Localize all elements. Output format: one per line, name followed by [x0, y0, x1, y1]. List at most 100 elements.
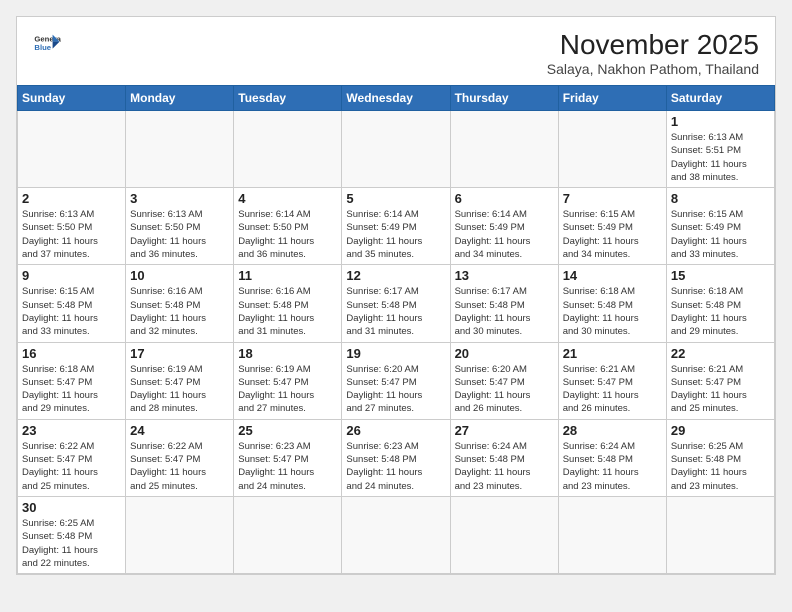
day-info: Sunrise: 6:17 AM Sunset: 5:48 PM Dayligh…	[346, 285, 445, 338]
calendar-cell: 16Sunrise: 6:18 AM Sunset: 5:47 PM Dayli…	[18, 342, 126, 419]
day-info: Sunrise: 6:16 AM Sunset: 5:48 PM Dayligh…	[130, 285, 229, 338]
calendar-cell	[666, 496, 774, 573]
calendar-cell	[234, 111, 342, 188]
days-header-row: SundayMondayTuesdayWednesdayThursdayFrid…	[18, 86, 775, 111]
day-info: Sunrise: 6:15 AM Sunset: 5:48 PM Dayligh…	[22, 285, 121, 338]
calendar-cell: 26 Sunrise: 6:23 AM Sunset: 5:48 PM Dayli…	[342, 419, 450, 496]
day-info: Sunrise: 6:25 AM Sunset: 5:48 PM Dayligh…	[671, 440, 770, 493]
day-info: Sunrise: 6:16 AM Sunset: 5:48 PM Dayligh…	[238, 285, 337, 338]
day-number: 5	[346, 191, 445, 206]
month-title: November 2025	[547, 29, 759, 61]
day-number: 19	[346, 346, 445, 361]
calendar-cell: 27 Sunrise: 6:24 AM Sunset: 5:48 PM Dayli…	[450, 419, 558, 496]
day-number: 14	[563, 268, 662, 283]
day-info: Sunrise: 6:24 AM Sunset: 5:48 PM Dayligh…	[455, 440, 554, 493]
day-info: Sunrise: 6:17 AM Sunset: 5:48 PM Dayligh…	[455, 285, 554, 338]
week-row-3: 9 Sunrise: 6:15 AM Sunset: 5:48 PM Daylig…	[18, 265, 775, 342]
calendar-table: SundayMondayTuesdayWednesdayThursdayFrid…	[17, 85, 775, 574]
day-info: Sunrise: 6:13 AM Sunset: 5:51 PM Dayligh…	[671, 131, 770, 184]
calendar-cell	[234, 496, 342, 573]
day-number: 18	[238, 346, 337, 361]
day-info: Sunrise: 6:14 AM Sunset: 5:49 PM Dayligh…	[346, 208, 445, 261]
day-header-saturday: Saturday	[666, 86, 774, 111]
day-info: Sunrise: 6:23 AM Sunset: 5:48 PM Dayligh…	[346, 440, 445, 493]
day-info: Sunrise: 6:22 AM Sunset: 5:47 PM Dayligh…	[22, 440, 121, 493]
day-number: 25	[238, 423, 337, 438]
calendar-cell: 13Sunrise: 6:17 AM Sunset: 5:48 PM Dayli…	[450, 265, 558, 342]
calendar-cell: 24 Sunrise: 6:22 AM Sunset: 5:47 PM Dayli…	[126, 419, 234, 496]
day-number: 26	[346, 423, 445, 438]
calendar-cell: 29 Sunrise: 6:25 AM Sunset: 5:48 PM Dayli…	[666, 419, 774, 496]
subtitle: Salaya, Nakhon Pathom, Thailand	[547, 61, 759, 77]
day-info: Sunrise: 6:20 AM Sunset: 5:47 PM Dayligh…	[346, 363, 445, 416]
day-number: 8	[671, 191, 770, 206]
calendar-cell: 30Sunrise: 6:25 AM Sunset: 5:48 PM Dayli…	[18, 496, 126, 573]
calendar-cell	[450, 111, 558, 188]
calendar-cell	[450, 496, 558, 573]
calendar-cell: 12 Sunrise: 6:17 AM Sunset: 5:48 PM Dayli…	[342, 265, 450, 342]
day-number: 4	[238, 191, 337, 206]
day-header-thursday: Thursday	[450, 86, 558, 111]
calendar-cell: 11 Sunrise: 6:16 AM Sunset: 5:48 PM Dayli…	[234, 265, 342, 342]
week-row-5: 23 Sunrise: 6:22 AM Sunset: 5:47 PM Dayli…	[18, 419, 775, 496]
day-info: Sunrise: 6:21 AM Sunset: 5:47 PM Dayligh…	[563, 363, 662, 416]
calendar-cell	[342, 496, 450, 573]
calendar-cell: 1 Sunrise: 6:13 AM Sunset: 5:51 PM Daylig…	[666, 111, 774, 188]
calendar-cell: 8 Sunrise: 6:15 AM Sunset: 5:49 PM Daylig…	[666, 188, 774, 265]
day-number: 21	[563, 346, 662, 361]
calendar-cell: 14Sunrise: 6:18 AM Sunset: 5:48 PM Dayli…	[558, 265, 666, 342]
day-number: 22	[671, 346, 770, 361]
calendar-cell	[558, 111, 666, 188]
week-row-6: 30Sunrise: 6:25 AM Sunset: 5:48 PM Dayli…	[18, 496, 775, 573]
day-number: 23	[22, 423, 121, 438]
day-number: 28	[563, 423, 662, 438]
day-number: 12	[346, 268, 445, 283]
calendar-cell: 6 Sunrise: 6:14 AM Sunset: 5:49 PM Daylig…	[450, 188, 558, 265]
day-header-wednesday: Wednesday	[342, 86, 450, 111]
day-info: Sunrise: 6:24 AM Sunset: 5:48 PM Dayligh…	[563, 440, 662, 493]
day-info: Sunrise: 6:23 AM Sunset: 5:47 PM Dayligh…	[238, 440, 337, 493]
day-info: Sunrise: 6:19 AM Sunset: 5:47 PM Dayligh…	[130, 363, 229, 416]
calendar-cell: 25 Sunrise: 6:23 AM Sunset: 5:47 PM Dayli…	[234, 419, 342, 496]
day-number: 10	[130, 268, 229, 283]
logo-icon: General Blue	[33, 29, 61, 57]
day-info: Sunrise: 6:22 AM Sunset: 5:47 PM Dayligh…	[130, 440, 229, 493]
day-number: 11	[238, 268, 337, 283]
week-row-1: 1 Sunrise: 6:13 AM Sunset: 5:51 PM Daylig…	[18, 111, 775, 188]
day-info: Sunrise: 6:13 AM Sunset: 5:50 PM Dayligh…	[22, 208, 121, 261]
day-header-monday: Monday	[126, 86, 234, 111]
calendar-cell: 22 Sunrise: 6:21 AM Sunset: 5:47 PM Dayli…	[666, 342, 774, 419]
day-number: 17	[130, 346, 229, 361]
day-info: Sunrise: 6:15 AM Sunset: 5:49 PM Dayligh…	[563, 208, 662, 261]
calendar-cell	[18, 111, 126, 188]
day-number: 24	[130, 423, 229, 438]
calendar-cell: 3 Sunrise: 6:13 AM Sunset: 5:50 PM Daylig…	[126, 188, 234, 265]
day-info: Sunrise: 6:14 AM Sunset: 5:49 PM Dayligh…	[455, 208, 554, 261]
svg-text:Blue: Blue	[34, 43, 51, 52]
calendar-cell: 17 Sunrise: 6:19 AM Sunset: 5:47 PM Dayli…	[126, 342, 234, 419]
calendar-container: General Blue November 2025 Salaya, Nakho…	[16, 16, 776, 575]
day-number: 29	[671, 423, 770, 438]
day-info: Sunrise: 6:25 AM Sunset: 5:48 PM Dayligh…	[22, 517, 121, 570]
day-header-sunday: Sunday	[18, 86, 126, 111]
day-info: Sunrise: 6:14 AM Sunset: 5:50 PM Dayligh…	[238, 208, 337, 261]
day-number: 15	[671, 268, 770, 283]
calendar-cell: 4 Sunrise: 6:14 AM Sunset: 5:50 PM Daylig…	[234, 188, 342, 265]
calendar-cell	[126, 496, 234, 573]
day-info: Sunrise: 6:21 AM Sunset: 5:47 PM Dayligh…	[671, 363, 770, 416]
day-info: Sunrise: 6:18 AM Sunset: 5:48 PM Dayligh…	[671, 285, 770, 338]
day-number: 3	[130, 191, 229, 206]
calendar-cell: 18Sunrise: 6:19 AM Sunset: 5:47 PM Dayli…	[234, 342, 342, 419]
calendar-cell: 5 Sunrise: 6:14 AM Sunset: 5:49 PM Daylig…	[342, 188, 450, 265]
day-number: 1	[671, 114, 770, 129]
calendar-cell	[342, 111, 450, 188]
calendar-cell: 10 Sunrise: 6:16 AM Sunset: 5:48 PM Dayli…	[126, 265, 234, 342]
calendar-cell: 23 Sunrise: 6:22 AM Sunset: 5:47 PM Dayli…	[18, 419, 126, 496]
day-number: 27	[455, 423, 554, 438]
day-info: Sunrise: 6:15 AM Sunset: 5:49 PM Dayligh…	[671, 208, 770, 261]
calendar-cell: 20Sunrise: 6:20 AM Sunset: 5:47 PM Dayli…	[450, 342, 558, 419]
day-number: 9	[22, 268, 121, 283]
day-info: Sunrise: 6:13 AM Sunset: 5:50 PM Dayligh…	[130, 208, 229, 261]
calendar-cell	[558, 496, 666, 573]
day-number: 6	[455, 191, 554, 206]
